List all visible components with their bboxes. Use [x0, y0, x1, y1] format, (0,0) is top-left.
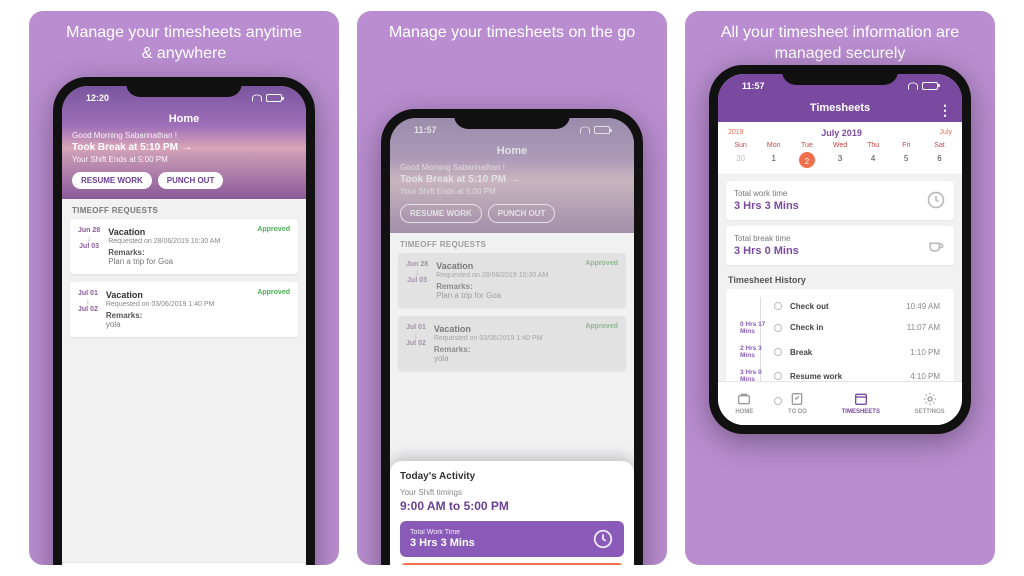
prev-month[interactable]: 2019: [728, 129, 744, 136]
timeoff-card: Jul 01↓Jul 02 VacationRequested on 03/06…: [398, 316, 626, 371]
phone-frame: 12:20 Home Good Morning Sabarinathan ! T…: [53, 77, 315, 565]
coffee-icon: [926, 235, 946, 255]
phone-notch: [782, 65, 898, 85]
history-header: Timesheet History: [718, 271, 962, 289]
promo-panel-3: All your timesheet information are manag…: [685, 11, 995, 565]
timeoff-card: Jun 28↓Jul 03 VacationRequested on 28/06…: [398, 253, 626, 308]
battery-icon: [922, 82, 938, 90]
timeoff-requested: Requested on 28/06/2019 10:30 AM: [108, 238, 290, 245]
battery-icon: [594, 126, 610, 134]
resume-work-button[interactable]: RESUME WORK: [72, 172, 152, 189]
timeline-row: Check out10:49 AM: [740, 297, 940, 316]
promo-headline: Manage your timesheets anytime & anywher…: [29, 11, 339, 65]
remarks-value: Plan a trip for Goa: [108, 257, 290, 266]
current-month[interactable]: July 2019: [821, 128, 862, 138]
timeoff-card[interactable]: Jun 28 ↓ Jul 03 Vacation Requested on 28…: [70, 219, 298, 274]
shift-label: Your Shift timings: [400, 488, 624, 497]
home-icon: [736, 391, 752, 407]
status-icons: [908, 81, 938, 91]
dimmed-background: 11:57 Home Good Morning Sabarinathan ! T…: [390, 118, 634, 371]
resume-work-button[interactable]: RESUME WORK: [400, 204, 482, 223]
break-status[interactable]: Took Break at 5:10 PM →: [72, 142, 296, 153]
status-time: 12:20: [86, 93, 109, 103]
phone-notch: [454, 109, 570, 129]
phone-frame: 11:57 Home Good Morning Sabarinathan ! T…: [381, 109, 643, 565]
status-badge: Approved: [257, 226, 290, 233]
work-time-card: Total work time 3 Hrs 3 Mins: [726, 181, 954, 220]
more-icon[interactable]: ⋮: [938, 102, 952, 119]
arrow-right-icon: →: [182, 142, 192, 153]
screen-title: Home: [72, 110, 296, 131]
tab-bar: HOME TO DO TIMESHEETS SETTINGS: [62, 562, 306, 565]
remarks-label: Remarks:: [108, 248, 290, 257]
promo-headline: Manage your timesheets on the go: [357, 11, 667, 44]
wifi-icon: [252, 95, 262, 102]
sheet-title: Today's Activity: [400, 471, 624, 482]
date-range: Jun 28 ↓ Jul 03: [78, 227, 100, 266]
tab-settings[interactable]: SETTINGS: [915, 391, 945, 415]
phone-frame: 11:57 Timesheets ⋮ 2019 July 2019 July S…: [709, 65, 971, 434]
battery-icon: [266, 94, 282, 102]
punch-out-button[interactable]: PUNCH OUT: [488, 204, 556, 223]
clock-icon: [926, 190, 946, 210]
tab-todo[interactable]: TO DO: [788, 391, 807, 415]
gear-icon: [922, 391, 938, 407]
remarks-value: yola: [106, 320, 290, 329]
timeline-row: 0 Hrs 17 Mins Check in11:07 AM: [740, 316, 940, 340]
timeoff-card[interactable]: Jul 01 ↓ Jul 02 Vacation Requested on 03…: [70, 282, 298, 337]
tab-bar: HOME TO DO TIMESHEETS SETTINGS: [718, 381, 962, 425]
tab-timesheets[interactable]: TIMESHEETS: [842, 391, 880, 415]
selected-day: 2: [799, 152, 815, 168]
next-month[interactable]: July: [940, 129, 952, 136]
break-time-card: Total break time 3 Hrs 0 Mins: [726, 226, 954, 265]
calendar-days[interactable]: 30 1 2 3 4 5 6: [718, 149, 962, 175]
clock-icon: [592, 528, 614, 550]
date-range: Jul 01 ↓ Jul 02: [78, 290, 98, 329]
status-time: 11:57: [414, 125, 437, 135]
break-time-stat: Total Break Time 3 Hrs 0 Mins: [400, 563, 624, 565]
timeoff-requested: Requested on 03/06/2019 1:40 PM: [106, 301, 290, 308]
month-navigator: 2019 July 2019 July: [718, 122, 962, 142]
promo-panel-2: Manage your timesheets on the go 11:57 H…: [357, 11, 667, 565]
arrow-right-icon: →: [510, 174, 520, 185]
greeting-text: Good Morning Sabarinathan !: [72, 131, 296, 140]
work-time-stat: Total Work Time 3 Hrs 3 Mins: [400, 521, 624, 557]
timesheets-icon: [853, 391, 869, 407]
activity-sheet[interactable]: Today's Activity Your Shift timings 9:00…: [390, 461, 634, 565]
todo-icon: [789, 391, 805, 407]
arrow-down-icon: ↓: [86, 299, 91, 304]
status-badge: Approved: [257, 289, 290, 296]
timeline-row: 2 Hrs 3 Mins Break1:10 PM: [740, 340, 940, 364]
action-row: RESUME WORK PUNCH OUT: [72, 172, 296, 189]
tab-home[interactable]: HOME: [735, 391, 753, 415]
remarks-label: Remarks:: [106, 311, 290, 320]
screen-home: 12:20 Home Good Morning Sabarinathan ! T…: [62, 86, 306, 565]
status-icons: [580, 125, 610, 135]
punch-out-button[interactable]: PUNCH OUT: [158, 172, 224, 189]
screen-home-sheet: 11:57 Home Good Morning Sabarinathan ! T…: [390, 118, 634, 565]
promo-headline: All your timesheet information are manag…: [685, 11, 995, 65]
status-time: 11:57: [742, 81, 765, 91]
day-of-week-row: SunMonTueWedThuFriSat: [718, 142, 962, 149]
promo-panel-1: Manage your timesheets anytime & anywher…: [29, 11, 339, 565]
phone-notch: [126, 77, 242, 97]
wifi-icon: [580, 127, 590, 134]
screen-timesheets: 11:57 Timesheets ⋮ 2019 July 2019 July S…: [718, 74, 962, 425]
wifi-icon: [908, 82, 918, 89]
status-icons: [252, 93, 282, 103]
screen-title: Timesheets ⋮: [728, 98, 952, 114]
shift-end-text: Your Shift Ends at 5:00 PM: [72, 155, 296, 164]
shift-value: 9:00 AM to 5:00 PM: [400, 499, 624, 513]
home-hero: 12:20 Home Good Morning Sabarinathan ! T…: [62, 86, 306, 199]
timeoff-section-header: TIMEOFF REQUESTS: [62, 199, 306, 219]
arrow-down-icon: ↓: [87, 236, 92, 241]
